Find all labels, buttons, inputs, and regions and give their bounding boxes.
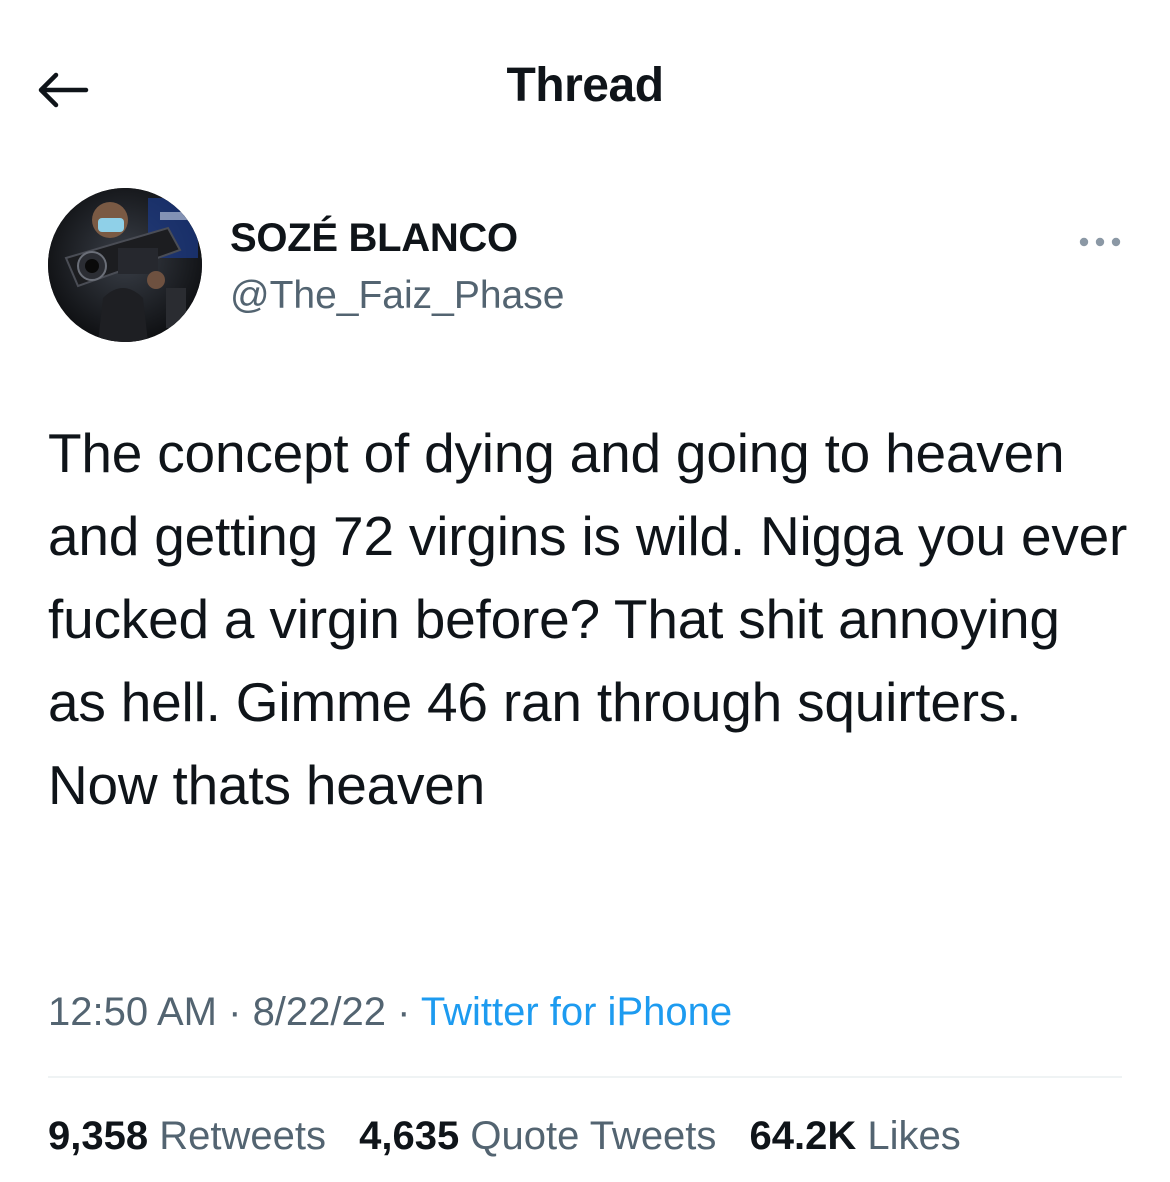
avatar-image	[48, 188, 202, 342]
thread-header: Thread	[0, 0, 1170, 180]
likes-label: Likes	[867, 1114, 961, 1158]
tweet-stats: 9,358 Retweets 4,635 Quote Tweets 64.2K …	[48, 1114, 983, 1159]
tweet-date[interactable]: 8/22/22	[253, 990, 386, 1034]
tweet-author: SOZÉ BLANCO @The_Faiz_Phase	[48, 186, 1124, 346]
tweet-source-link[interactable]: Twitter for iPhone	[421, 990, 732, 1034]
display-name[interactable]: SOZÉ BLANCO	[230, 216, 518, 261]
retweets-label: Retweets	[159, 1114, 326, 1158]
meta-separator: ·	[217, 990, 253, 1034]
more-options-button[interactable]	[1076, 230, 1124, 254]
likes-stat[interactable]: 64.2K Likes	[750, 1114, 961, 1159]
likes-count: 64.2K	[749, 1114, 857, 1158]
tweet-text: The concept of dying and going to heaven…	[48, 422, 1128, 816]
user-handle[interactable]: @The_Faiz_Phase	[230, 274, 564, 318]
quote-tweets-stat[interactable]: 4,635 Quote Tweets	[359, 1114, 716, 1159]
avatar[interactable]	[48, 188, 202, 342]
page-title: Thread	[506, 59, 664, 112]
tweet-time[interactable]: 12:50 AM	[48, 990, 217, 1034]
more-options-icon	[1079, 237, 1121, 247]
meta-separator: ·	[386, 990, 421, 1034]
quote-tweets-count: 4,635	[359, 1114, 460, 1158]
divider	[48, 1076, 1122, 1078]
retweets-count: 9,358	[48, 1114, 149, 1158]
retweets-stat[interactable]: 9,358 Retweets	[48, 1114, 326, 1159]
tweet-metadata: 12:50 AM · 8/22/22 · Twitter for iPhone	[48, 990, 732, 1035]
quote-tweets-label: Quote Tweets	[470, 1114, 717, 1158]
